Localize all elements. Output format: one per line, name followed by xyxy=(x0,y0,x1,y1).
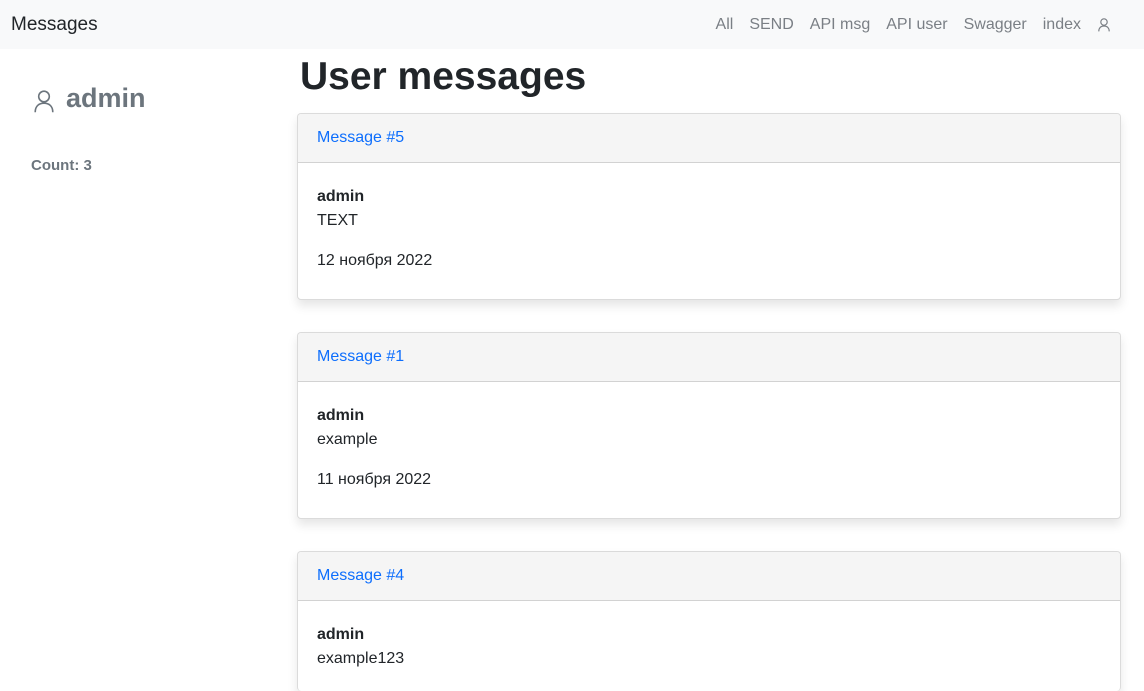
profile: admin xyxy=(34,83,146,114)
nav-link-all[interactable]: All xyxy=(716,16,734,34)
message-card: Message #5 admin TEXT 12 ноября 2022 xyxy=(297,113,1121,300)
user-icon xyxy=(34,90,54,113)
card-body: admin example123 xyxy=(298,601,1120,691)
nav-link-index[interactable]: index xyxy=(1043,16,1081,34)
message-link[interactable]: Message #5 xyxy=(317,129,404,147)
card-body: admin example 11 ноября 2022 xyxy=(298,382,1120,518)
user-icon[interactable] xyxy=(1098,17,1110,32)
brand-link[interactable]: Messages xyxy=(11,14,98,36)
message-count: Count: 3 xyxy=(31,157,92,174)
message-card: Message #1 admin example 11 ноября 2022 xyxy=(297,332,1121,519)
nav-link-api-msg[interactable]: API msg xyxy=(810,16,870,34)
nav-link-swagger[interactable]: Swagger xyxy=(964,16,1027,34)
card-header: Message #1 xyxy=(298,333,1120,382)
message-date: 11 ноября 2022 xyxy=(317,471,432,488)
nav-link-api-user[interactable]: API user xyxy=(886,16,947,34)
top-navbar: Messages All SEND API msg API user Swagg… xyxy=(0,0,1144,49)
profile-username: admin xyxy=(66,83,146,113)
card-header: Message #4 xyxy=(298,552,1120,601)
card-header: Message #5 xyxy=(298,114,1120,163)
message-author: admin xyxy=(317,626,365,643)
message-link[interactable]: Message #4 xyxy=(317,567,404,585)
message-text: TEXT xyxy=(317,212,358,229)
message-date: 12 ноября 2022 xyxy=(317,252,433,269)
message-text: example xyxy=(317,431,378,448)
message-card: Message #4 admin example123 xyxy=(297,551,1121,691)
message-link[interactable]: Message #1 xyxy=(317,348,404,366)
message-author: admin xyxy=(317,188,365,205)
message-text: example123 xyxy=(317,650,405,667)
message-author: admin xyxy=(317,407,365,424)
nav-links: All SEND API msg API user Swagger index xyxy=(716,16,1110,34)
nav-link-send[interactable]: SEND xyxy=(749,16,793,34)
card-body: admin TEXT 12 ноября 2022 xyxy=(298,163,1120,299)
page-title: User messages xyxy=(300,55,587,98)
